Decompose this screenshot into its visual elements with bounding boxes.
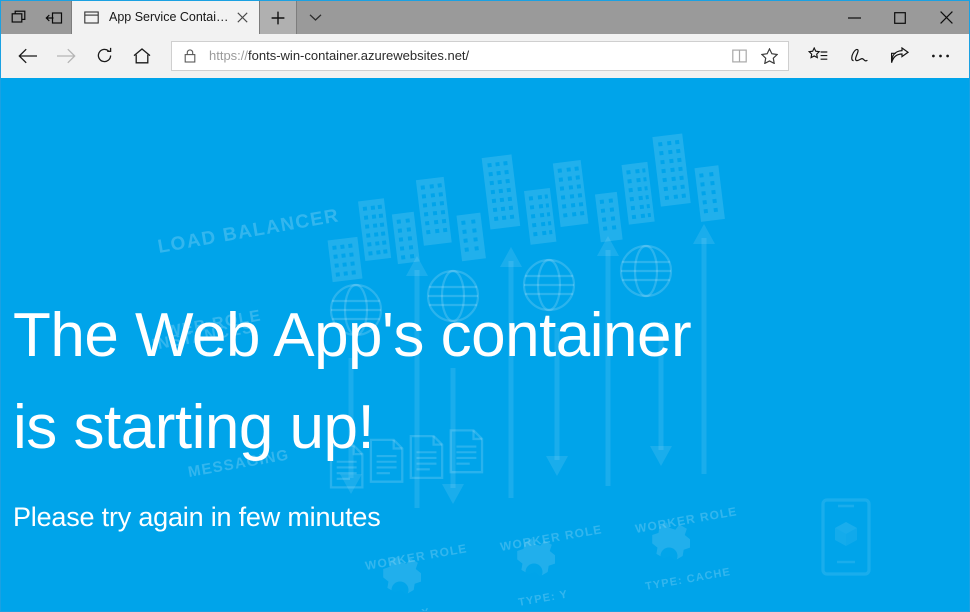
page-message: The Web App's container is starting up! … — [1, 78, 969, 533]
watermark-type-cache: TYPE: CACHE — [644, 566, 731, 593]
settings-more-icon[interactable] — [920, 38, 961, 74]
minimize-icon[interactable] — [831, 1, 877, 34]
home-icon[interactable] — [123, 38, 161, 74]
url-scheme: https:// — [209, 48, 248, 63]
forward-icon[interactable] — [47, 38, 85, 74]
browser-window: App Service Container — [0, 0, 970, 612]
title-bar-drag-region — [333, 1, 831, 34]
window-controls — [831, 1, 969, 34]
close-window-icon[interactable] — [923, 1, 969, 34]
toolbar-actions — [797, 38, 961, 74]
browser-toolbar: https://fonts-win-container.azurewebsite… — [1, 34, 969, 78]
address-url[interactable]: https://fonts-win-container.azurewebsite… — [209, 42, 724, 70]
title-bar: App Service Container — [1, 1, 969, 34]
page-content: LOAD BALANCER WEB ROLE INSTANCES MESSAGI… — [1, 78, 969, 611]
restore-tabs-icon[interactable] — [36, 1, 71, 34]
url-host-path: fonts-win-container.azurewebsites.net/ — [248, 48, 469, 63]
page-headline-line1: The Web App's container — [13, 78, 969, 382]
web-note-pen-icon[interactable] — [838, 38, 879, 74]
tab-strip-left-controls — [1, 1, 72, 34]
page-subline: Please try again in few minutes — [13, 474, 969, 533]
set-tabs-aside-icon[interactable] — [1, 1, 36, 34]
page-headline-line2: is starting up! — [13, 382, 969, 474]
tab-options-chevron-down-icon[interactable] — [297, 1, 333, 34]
address-bar[interactable]: https://fonts-win-container.azurewebsite… — [171, 41, 789, 71]
watermark-type-y: TYPE: Y — [517, 588, 569, 609]
favorite-star-icon[interactable] — [754, 43, 784, 69]
lock-icon — [182, 48, 198, 64]
new-tab-button[interactable] — [259, 1, 297, 34]
watermark-type-x: TYPE: X — [379, 606, 431, 611]
tab-title: App Service Container — [109, 1, 231, 34]
close-icon[interactable] — [231, 7, 253, 29]
share-icon[interactable] — [879, 38, 920, 74]
maximize-icon[interactable] — [877, 1, 923, 34]
watermark-worker-role-x: WORKER ROLE — [364, 541, 468, 573]
refresh-icon[interactable] — [85, 38, 123, 74]
hub-favorites-icon[interactable] — [797, 38, 838, 74]
reading-view-icon[interactable] — [724, 43, 754, 69]
back-icon[interactable] — [9, 38, 47, 74]
tab-app-service-container[interactable]: App Service Container — [72, 1, 259, 34]
page-icon — [83, 10, 99, 26]
